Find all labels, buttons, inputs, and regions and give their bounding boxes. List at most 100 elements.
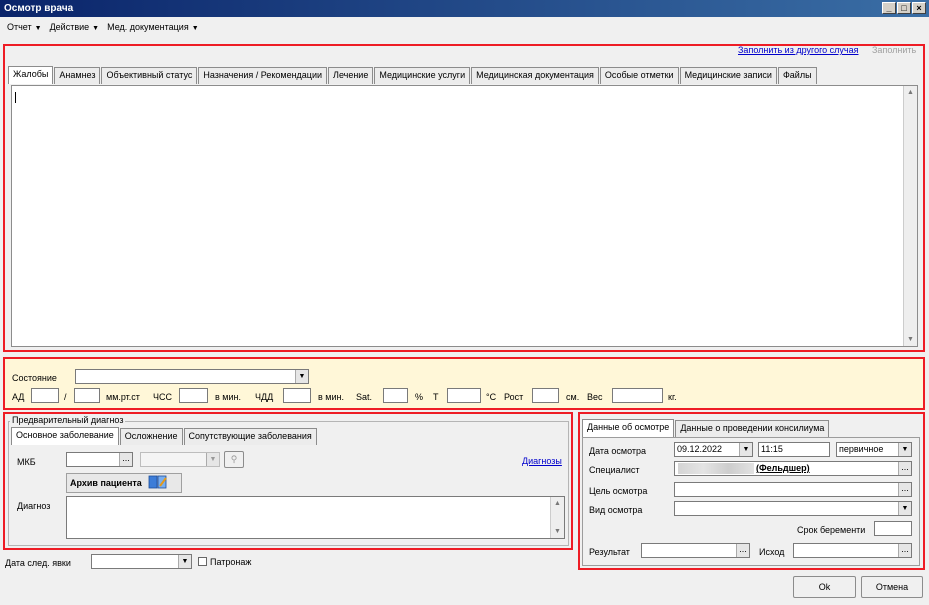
chevron-down-icon[interactable]: ▼ [898, 443, 911, 456]
exam-type-select[interactable]: первичное ▼ [836, 442, 912, 457]
bp-unit: мм.рт.ст [106, 392, 140, 402]
sat-input[interactable] [383, 388, 408, 403]
height-input[interactable] [532, 388, 559, 403]
tab-files[interactable]: Файлы [777, 67, 817, 84]
tab-objective-status[interactable]: Объективный статус [101, 67, 198, 84]
chevron-down-icon: ▼ [206, 453, 219, 466]
patient-archive-button[interactable]: Архив пациента [66, 473, 182, 493]
weight-label: Вес [587, 392, 603, 402]
exam-date-input[interactable]: 09.12.2022 ▼ [674, 442, 753, 457]
tab-medical-records[interactable]: Медицинские записи [679, 67, 777, 84]
tab-treatment[interactable]: Лечение [328, 67, 374, 84]
chevron-down-icon[interactable]: ▼ [295, 370, 308, 383]
diagnosis-group-title: Предварительный диагноз [10, 415, 126, 425]
complaints-textarea[interactable]: ▲ ▼ [11, 85, 918, 347]
bp-systolic-input[interactable] [31, 388, 59, 403]
scroll-down-icon[interactable]: ▼ [551, 525, 564, 538]
ellipsis-icon[interactable]: ... [898, 462, 911, 475]
tab-prescriptions[interactable]: Назначения / Рекомендации [198, 67, 328, 84]
fill-from-other-link[interactable]: Заполнить из другого случая [738, 45, 859, 55]
state-select[interactable]: ▼ [75, 369, 309, 384]
fill-link[interactable]: Заполнить [872, 45, 916, 55]
specialist-label: Специалист [589, 465, 640, 475]
diagnosis-textarea[interactable]: ▲ ▼ [66, 496, 565, 539]
temp-input[interactable] [447, 388, 481, 403]
pregnancy-input[interactable] [874, 521, 912, 536]
bp-label: АД [12, 392, 25, 402]
mkb-code-input[interactable]: ... [66, 452, 133, 467]
bp-separator: / [64, 392, 67, 402]
ellipsis-icon[interactable]: ... [736, 544, 749, 557]
outcome-input[interactable]: ... [793, 543, 912, 558]
purpose-label: Цель осмотра [589, 486, 648, 496]
exam-time-input[interactable]: 11:15 [758, 442, 830, 457]
result-label: Результат [589, 547, 630, 557]
chevron-down-icon[interactable]: ▼ [898, 502, 911, 515]
cancel-button[interactable]: Отмена [861, 576, 923, 598]
menu-report[interactable]: Отчет ▼ [3, 22, 46, 32]
sat-unit: % [415, 392, 424, 402]
book-icon [148, 474, 168, 492]
minimize-icon[interactable]: _ [882, 2, 896, 14]
chevron-down-icon[interactable]: ▼ [739, 443, 752, 456]
exam-kind-select[interactable]: ▼ [674, 501, 912, 516]
outcome-label: Исход [759, 547, 785, 557]
ellipsis-icon[interactable]: ... [898, 483, 911, 496]
exam-date-label: Дата осмотра [589, 446, 647, 456]
mkb-label: МКБ [17, 457, 36, 467]
chevron-down-icon: ▼ [34, 24, 42, 32]
ellipsis-icon[interactable]: ... [119, 453, 132, 466]
tab-medical-services[interactable]: Медицинские услуги [374, 67, 471, 84]
next-visit-date-input[interactable]: ▼ [91, 554, 192, 569]
weight-unit: кг. [668, 392, 677, 402]
scroll-up-icon[interactable]: ▲ [904, 86, 917, 99]
exam-tabs: Данные об осмотре Данные о проведении ко… [582, 419, 830, 438]
exam-kind-label: Вид осмотра [589, 505, 643, 515]
patronage-checkbox[interactable] [198, 557, 207, 566]
rr-unit: в мин. [318, 392, 344, 402]
temp-unit: °C [486, 392, 497, 402]
tab-anamnesis[interactable]: Анамнез [54, 67, 101, 84]
mkb-name-select: ▼ [140, 452, 220, 467]
close-icon[interactable]: × [912, 2, 926, 14]
ellipsis-icon[interactable]: ... [898, 544, 911, 557]
purpose-input[interactable]: ... [674, 482, 912, 497]
bp-diastolic-input[interactable] [74, 388, 100, 403]
sat-label: Sat. [356, 392, 373, 402]
temp-label: T [433, 392, 439, 402]
tab-medical-documentation[interactable]: Медицинская документация [471, 67, 599, 84]
main-tabs: Жалобы Анамнез Объективный статус Назнач… [8, 66, 818, 85]
specialist-input[interactable]: (Фельдшер) ... [674, 461, 912, 476]
tab-complaints[interactable]: Жалобы [8, 66, 54, 84]
tab-exam-data[interactable]: Данные об осмотре [582, 419, 675, 437]
next-visit-label: Дата след. явки [5, 558, 71, 568]
diagnosis-tabs: Основное заболевание Осложнение Сопутств… [11, 427, 318, 446]
hr-input[interactable] [179, 388, 208, 403]
title-bar: Осмотр врача _ □ × [0, 0, 929, 17]
scroll-up-icon[interactable]: ▲ [551, 497, 564, 510]
result-input[interactable]: ... [641, 543, 750, 558]
height-label: Рост [504, 392, 524, 402]
complaints-scrollbar[interactable]: ▲ ▼ [903, 86, 917, 346]
weight-input[interactable] [612, 388, 663, 403]
specialist-name-redacted [678, 463, 754, 474]
ok-button[interactable]: Ok [793, 576, 856, 598]
tab-consilium-data[interactable]: Данные о проведении консилиума [675, 420, 830, 437]
person-search-button[interactable]: ⚲ [224, 451, 244, 468]
tab-complication[interactable]: Осложнение [119, 428, 183, 445]
diagnosis-scrollbar[interactable]: ▲ ▼ [550, 497, 564, 538]
tab-special-notes[interactable]: Особые отметки [599, 67, 679, 84]
height-unit: см. [566, 392, 580, 402]
menu-action[interactable]: Действие ▼ [46, 22, 104, 32]
menu-bar: Отчет ▼ Действие ▼ Мед. документация ▼ [0, 17, 929, 36]
rr-input[interactable] [283, 388, 311, 403]
scroll-down-icon[interactable]: ▼ [904, 333, 917, 346]
chevron-down-icon: ▼ [92, 24, 100, 32]
maximize-icon[interactable]: □ [897, 2, 911, 14]
window-title: Осмотр врача [4, 3, 74, 14]
tab-main-disease[interactable]: Основное заболевание [11, 427, 119, 445]
menu-med-docs[interactable]: Мед. документация ▼ [103, 22, 203, 32]
tab-concomitant[interactable]: Сопутствующие заболевания [183, 428, 317, 445]
chevron-down-icon[interactable]: ▼ [178, 555, 191, 568]
diagnoses-link[interactable]: Диагнозы [522, 456, 562, 466]
